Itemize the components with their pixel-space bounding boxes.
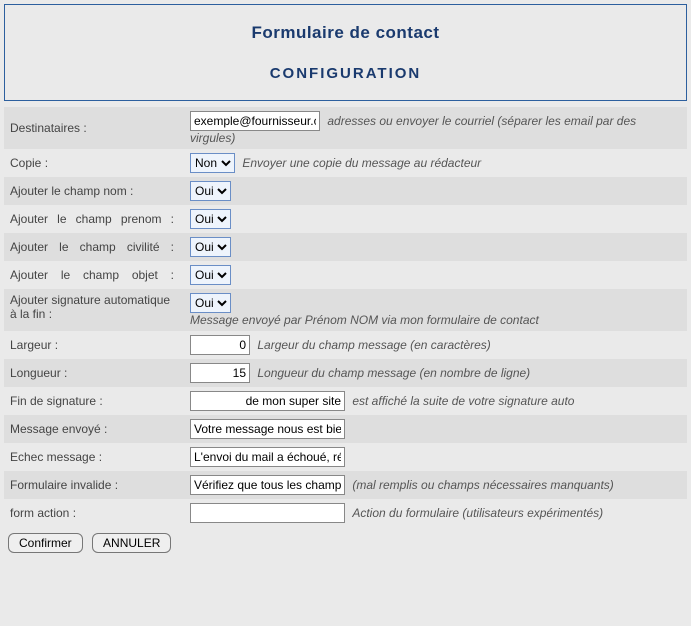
input-destinataires[interactable] <box>190 111 320 131</box>
hint-largeur: Largeur du champ message (en caractères) <box>257 338 490 352</box>
confirm-button[interactable]: Confirmer <box>8 533 83 553</box>
input-message-envoye[interactable] <box>190 419 345 439</box>
row-champ-prenom: Ajouter le champ prenom : Oui <box>4 205 687 233</box>
select-champ-prenom[interactable]: Oui <box>190 209 231 229</box>
row-message-envoye: Message envoyé : <box>4 415 687 443</box>
row-echec-message: Echec message : <box>4 443 687 471</box>
input-echec-message[interactable] <box>190 447 345 467</box>
page-title: Formulaire de contact <box>9 23 682 43</box>
hint-form-invalide: (mal remplis ou champs nécessaires manqu… <box>352 478 613 492</box>
select-champ-civilite[interactable]: Oui <box>190 237 231 257</box>
label-longueur: Longueur : <box>4 359 184 387</box>
select-signature-auto[interactable]: Oui <box>190 293 231 313</box>
header-panel: Formulaire de contact CONFIGURATION <box>4 4 687 101</box>
label-signature-auto: Ajouter signature automatique à la fin : <box>4 289 184 331</box>
hint-signature-auto: Message envoyé par Prénom NOM via mon fo… <box>190 313 539 327</box>
row-form-invalide: Formulaire invalide : (mal remplis ou ch… <box>4 471 687 499</box>
hint-longueur: Longueur du champ message (en nombre de … <box>257 366 530 380</box>
label-message-envoye: Message envoyé : <box>4 415 184 443</box>
row-signature-auto: Ajouter signature automatique à la fin :… <box>4 289 687 331</box>
hint-copie: Envoyer une copie du message au rédacteu… <box>242 156 481 170</box>
label-largeur: Largeur : <box>4 331 184 359</box>
button-row: Confirmer ANNULER <box>4 527 687 553</box>
row-champ-objet: Ajouter le champ objet : Oui <box>4 261 687 289</box>
input-longueur[interactable] <box>190 363 250 383</box>
row-champ-nom: Ajouter le champ nom : Oui <box>4 177 687 205</box>
page-subtitle: CONFIGURATION <box>9 65 682 82</box>
row-form-action: form action : Action du formulaire (util… <box>4 499 687 527</box>
input-largeur[interactable] <box>190 335 250 355</box>
label-copie: Copie : <box>4 149 184 177</box>
row-largeur: Largeur : Largeur du champ message (en c… <box>4 331 687 359</box>
row-copie: Copie : Non Envoyer une copie du message… <box>4 149 687 177</box>
label-champ-prenom: Ajouter le champ prenom : <box>4 205 184 233</box>
label-champ-nom: Ajouter le champ nom : <box>4 177 184 205</box>
label-champ-civilite: Ajouter le champ civilité : <box>4 233 184 261</box>
input-form-invalide[interactable] <box>190 475 345 495</box>
input-form-action[interactable] <box>190 503 345 523</box>
row-destinataires: Destinataires : adresses ou envoyer le c… <box>4 107 687 149</box>
label-form-invalide: Formulaire invalide : <box>4 471 184 499</box>
label-form-action: form action : <box>4 499 184 527</box>
row-champ-civilite: Ajouter le champ civilité : Oui <box>4 233 687 261</box>
row-longueur: Longueur : Longueur du champ message (en… <box>4 359 687 387</box>
hint-form-action: Action du formulaire (utilisateurs expér… <box>352 506 603 520</box>
label-champ-objet: Ajouter le champ objet : <box>4 261 184 289</box>
config-table: Destinataires : adresses ou envoyer le c… <box>4 107 687 527</box>
input-fin-signature[interactable] <box>190 391 345 411</box>
hint-fin-signature: est affiché la suite de votre signature … <box>352 394 574 408</box>
label-echec-message: Echec message : <box>4 443 184 471</box>
cancel-button[interactable]: ANNULER <box>92 533 171 553</box>
select-copie[interactable]: Non <box>190 153 235 173</box>
row-fin-signature: Fin de signature : est affiché la suite … <box>4 387 687 415</box>
select-champ-objet[interactable]: Oui <box>190 265 231 285</box>
select-champ-nom[interactable]: Oui <box>190 181 231 201</box>
label-fin-signature: Fin de signature : <box>4 387 184 415</box>
label-destinataires: Destinataires : <box>4 107 184 149</box>
